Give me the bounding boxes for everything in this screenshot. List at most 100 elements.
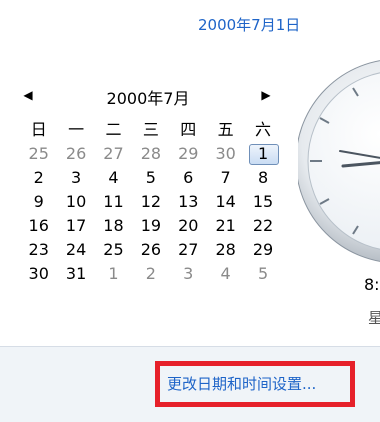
weekday-text: 星 — [368, 309, 380, 327]
analog-clock — [298, 56, 380, 266]
change-datetime-settings-link[interactable]: 更改日期和时间设置... — [167, 373, 316, 394]
calendar-day-number: 22 — [252, 216, 274, 235]
calendar-week-row: 9 10 11 12 13 14 15 — [20, 190, 282, 214]
current-date-link[interactable]: 2000年7月1日 — [198, 14, 300, 35]
calendar-day[interactable]: 23 — [20, 238, 57, 262]
calendar-day[interactable]: 24 — [57, 238, 94, 262]
calendar-day-selected[interactable]: 1 — [244, 142, 281, 166]
calendar-day-number: 3 — [70, 168, 82, 187]
calendar-day-number: 24 — [65, 240, 87, 259]
calendar-day-number: 8 — [257, 168, 269, 187]
calendar-day-number: 26 — [140, 240, 162, 259]
calendar-day[interactable]: 29 — [170, 142, 207, 166]
calendar-day[interactable]: 4 — [207, 262, 244, 286]
calendar-day-number: 13 — [178, 192, 199, 211]
calendar-day[interactable]: 26 — [57, 142, 94, 166]
calendar-day[interactable]: 3 — [170, 262, 207, 286]
calendar-day[interactable]: 25 — [20, 142, 57, 166]
calendar-week-row: 23 24 25 26 27 28 29 — [20, 238, 282, 262]
calendar-day[interactable]: 4 — [95, 166, 132, 190]
calendar-day[interactable]: 11 — [95, 190, 132, 214]
calendar-day[interactable]: 30 — [207, 142, 244, 166]
calendar-day[interactable]: 31 — [57, 262, 94, 286]
calendar-day[interactable]: 26 — [132, 238, 169, 262]
weekday-label: 日 — [30, 120, 47, 139]
clock-face-icon — [298, 60, 380, 262]
calendar-day[interactable]: 3 — [57, 166, 94, 190]
calendar-day[interactable]: 30 — [20, 262, 57, 286]
calendar-day-number: 16 — [28, 216, 49, 235]
weekday-label: 五 — [217, 120, 234, 139]
calendar-day[interactable]: 19 — [132, 214, 169, 238]
calendar-day-number: 1 — [257, 144, 269, 163]
prev-month-button[interactable]: ◀ — [21, 88, 35, 102]
calendar-day-number: 4 — [220, 264, 231, 283]
calendar-day-number: 2 — [145, 264, 156, 283]
calendar-day[interactable]: 27 — [95, 142, 132, 166]
calendar-day-number: 28 — [215, 240, 236, 259]
calendar-day-number: 11 — [103, 192, 124, 211]
calendar-day-number: 29 — [252, 240, 274, 259]
calendar-day[interactable]: 14 — [207, 190, 244, 214]
calendar-day-number: 12 — [140, 192, 162, 211]
calendar-day[interactable]: 21 — [207, 214, 244, 238]
calendar-day-number: 5 — [145, 168, 156, 187]
calendar-day[interactable]: 25 — [95, 238, 132, 262]
time-text: 8: — [364, 275, 380, 294]
calendar-day[interactable]: 2 — [132, 262, 169, 286]
calendar-day-number: 30 — [28, 264, 49, 283]
calendar-day[interactable]: 13 — [170, 190, 207, 214]
next-month-button[interactable]: ▶ — [259, 88, 273, 102]
chevron-right-icon: ▶ — [261, 88, 271, 102]
calendar-day-number: 7 — [220, 168, 231, 187]
month-title[interactable]: 2000年7月 — [70, 85, 226, 109]
weekday-label: 一 — [68, 120, 85, 139]
calendar-day-number: 5 — [257, 264, 269, 283]
calendar-day[interactable]: 5 — [132, 166, 169, 190]
calendar-day-number: 27 — [178, 240, 199, 259]
calendar-day-number: 23 — [28, 240, 49, 259]
calendar-day-number: 4 — [108, 168, 119, 187]
calendar-day-number: 30 — [215, 144, 236, 163]
calendar-day-number: 17 — [65, 216, 87, 235]
calendar-day[interactable]: 15 — [244, 190, 281, 214]
calendar-day-number: 10 — [65, 192, 87, 211]
calendar-day-number: 2 — [33, 168, 44, 187]
calendar-day[interactable]: 2 — [20, 166, 57, 190]
calendar-day-number: 26 — [65, 144, 87, 163]
calendar-day[interactable]: 17 — [57, 214, 94, 238]
calendar-grid: 日 一 二 三 四 五 六 25 26 27 28 29 30 1 2 3 4 5 6 7 8 9 10 11 1… — [20, 118, 282, 286]
calendar-day-number: 6 — [183, 168, 194, 187]
calendar-day-number: 28 — [140, 144, 162, 163]
calendar-day[interactable]: 20 — [170, 214, 207, 238]
calendar-day[interactable]: 5 — [244, 262, 281, 286]
calendar-week-row: 16 17 18 19 20 21 22 — [20, 214, 282, 238]
calendar-weeks: 25 26 27 28 29 30 1 2 3 4 5 6 7 8 9 10 11 12 13 14 15 16 17 18 1… — [20, 142, 282, 286]
weekday-header-row: 日 一 二 三 四 五 六 — [20, 118, 282, 142]
calendar-day[interactable]: 12 — [132, 190, 169, 214]
calendar-day[interactable]: 18 — [95, 214, 132, 238]
weekday-label: 三 — [142, 120, 159, 139]
calendar-day[interactable]: 8 — [244, 166, 281, 190]
chevron-left-icon: ◀ — [23, 88, 33, 102]
calendar-day[interactable]: 7 — [207, 166, 244, 190]
calendar-day-number: 31 — [65, 264, 87, 283]
calendar-day[interactable]: 10 — [57, 190, 94, 214]
calendar-day[interactable]: 9 — [20, 190, 57, 214]
weekday-label: 四 — [180, 120, 197, 139]
calendar-day[interactable]: 28 — [207, 238, 244, 262]
calendar-day[interactable]: 6 — [170, 166, 207, 190]
calendar-day-number: 29 — [178, 144, 199, 163]
calendar-week-row: 30 31 1 2 3 4 5 — [20, 262, 282, 286]
calendar-day[interactable]: 28 — [132, 142, 169, 166]
calendar-day[interactable]: 1 — [95, 262, 132, 286]
calendar-day[interactable]: 29 — [244, 238, 281, 262]
weekday-label: 二 — [105, 120, 122, 139]
calendar-day[interactable]: 27 — [170, 238, 207, 262]
calendar-day-number: 27 — [103, 144, 124, 163]
calendar-day[interactable]: 16 — [20, 214, 57, 238]
calendar-day-number: 20 — [178, 216, 199, 235]
calendar-week-row: 2 3 4 5 6 7 8 — [20, 166, 282, 190]
calendar-day[interactable]: 22 — [244, 214, 281, 238]
calendar-day-number: 18 — [103, 216, 124, 235]
